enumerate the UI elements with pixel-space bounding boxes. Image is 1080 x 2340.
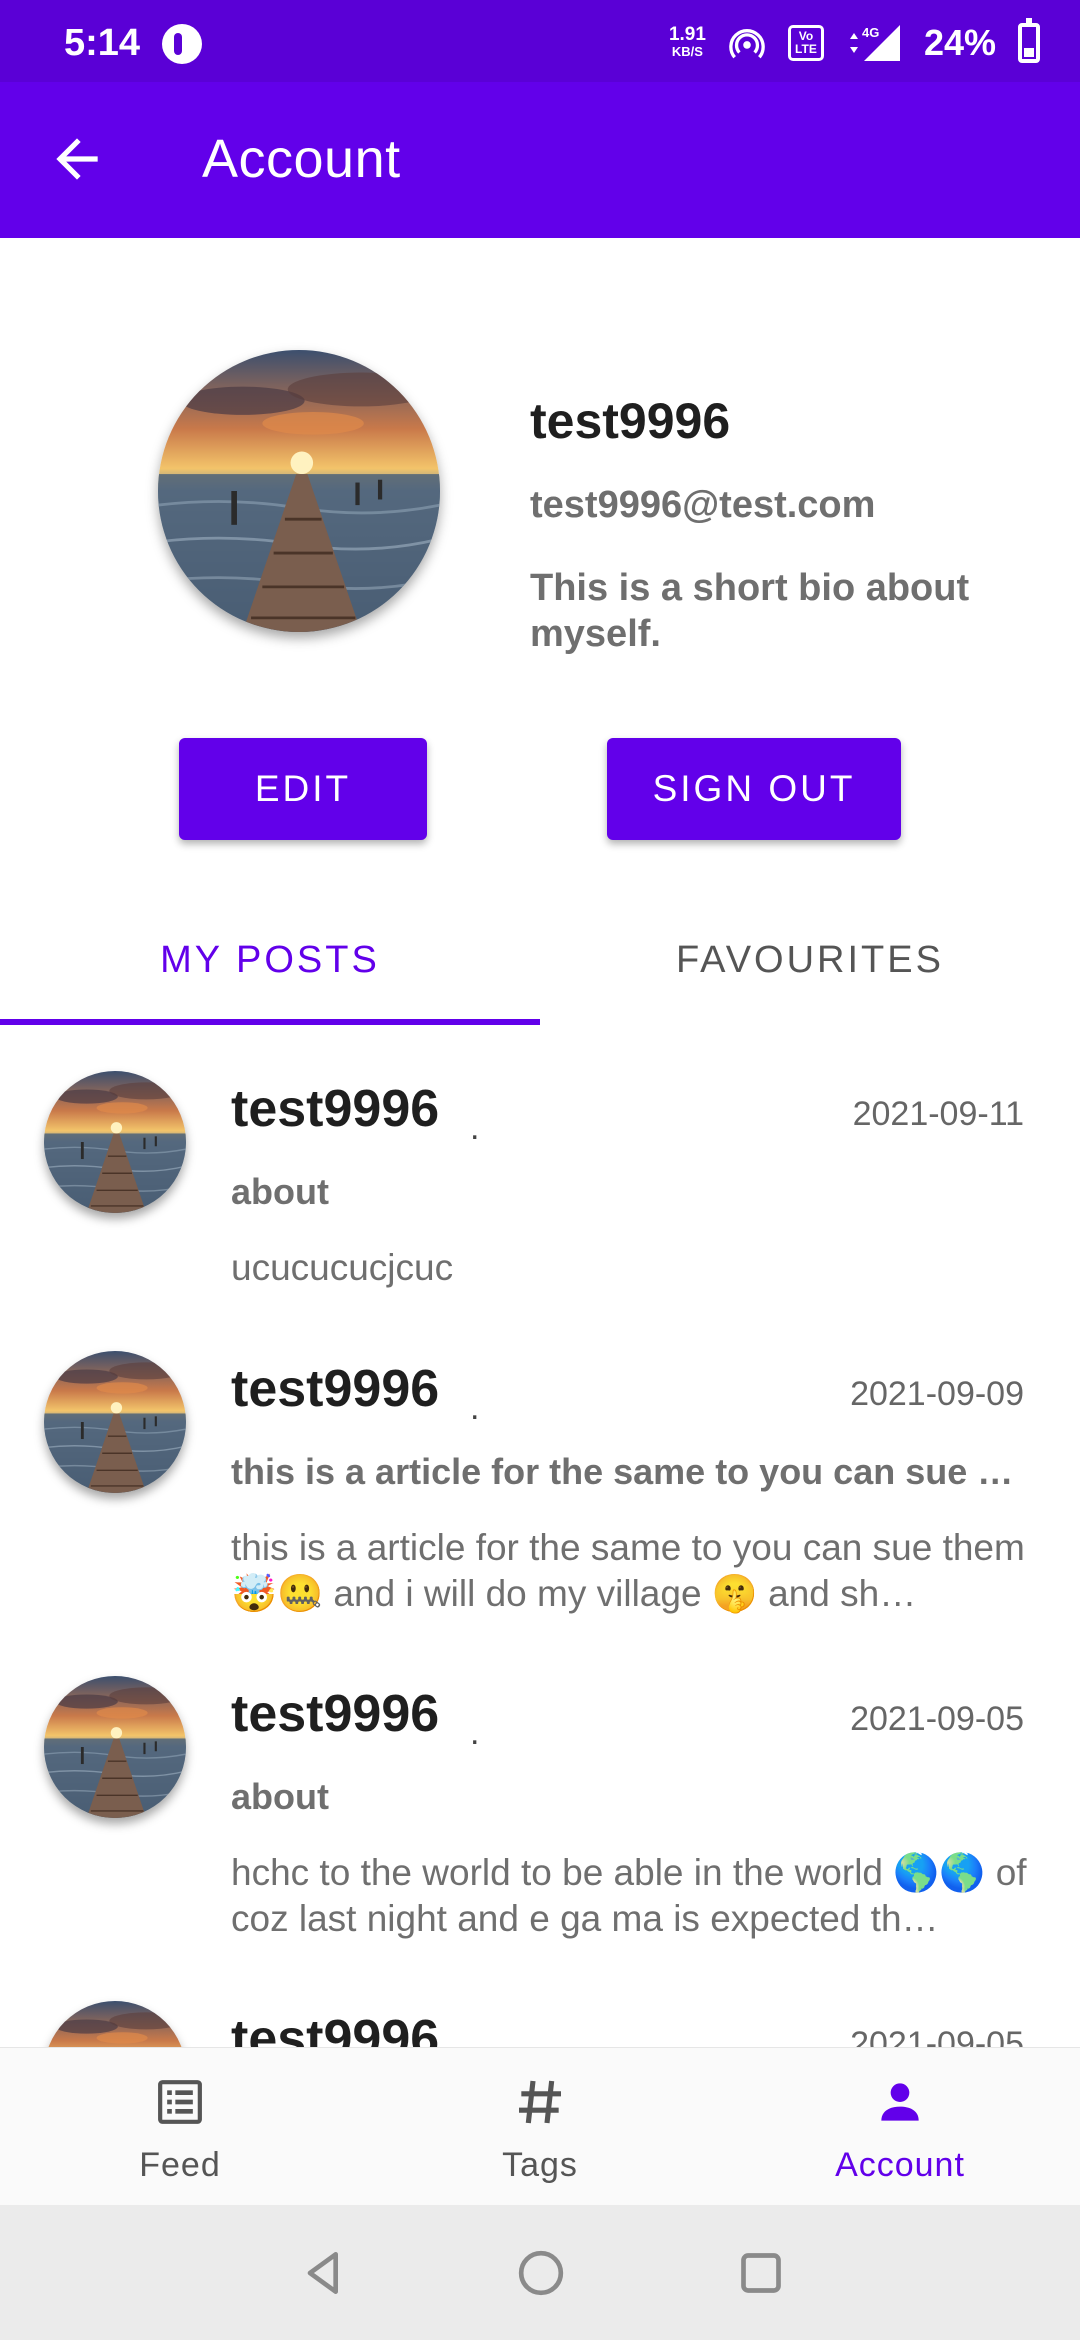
post-title: about — [231, 1171, 329, 1212]
post-date: 2021-09-05 — [850, 2025, 1024, 2047]
system-recents-icon[interactable] — [733, 2245, 789, 2301]
post-avatar — [44, 1351, 186, 1493]
sign-out-button[interactable]: SIGN OUT — [607, 738, 901, 840]
page-title: Account — [202, 129, 401, 189]
feed-list-icon — [158, 2080, 202, 2124]
profile-name: test9996 — [530, 393, 731, 449]
post-list[interactable]: test9996 . 2021-09-11 about ucucucucjcuc… — [0, 1025, 1080, 2047]
post-avatar — [44, 1071, 186, 1213]
post-date: 2021-09-11 — [852, 1095, 1024, 1133]
list-item[interactable]: test9996 . 2021-09-09 this is a article … — [0, 1305, 1080, 1630]
tab-favourites[interactable]: FAVOURITES — [540, 900, 1080, 1026]
post-date: 2021-09-09 — [850, 1375, 1024, 1413]
signal-4g-icon: 4G — [849, 25, 900, 61]
system-navigation-bar — [0, 2205, 1080, 2340]
hashtag-icon — [519, 2080, 561, 2124]
post-author: test9996 — [231, 1360, 440, 1418]
network-speed-unit: KB/S — [671, 44, 703, 59]
post-title: this is a article for the same to you ca… — [231, 1451, 1014, 1492]
post-body: hchc to the world to be able in the worl… — [231, 1852, 1027, 1939]
post-author: test9996 — [231, 2010, 440, 2047]
status-bar: 5:14 1.91 KB/S Vo LTE 4G 24% — [0, 0, 1080, 82]
post-author: test9996 — [231, 1685, 440, 1743]
post-separator: . — [470, 1109, 480, 1147]
profile-bio: This is a short bio about myself. — [530, 567, 970, 655]
status-indicators: 1.91 KB/S Vo LTE 4G 24% — [668, 18, 1040, 66]
battery-percent: 24% — [923, 22, 996, 63]
profile-email: test9996@test.com — [530, 484, 876, 526]
app-notification-icon — [162, 24, 202, 64]
nav-item-account[interactable]: Account — [720, 2048, 1080, 2206]
tab-bar: MY POSTS FAVOURITES — [0, 900, 1080, 1026]
app-bar: Account — [0, 82, 1080, 238]
list-item[interactable]: test9996 . 2021-09-05 — [0, 1955, 1080, 2047]
network-speed-value: 1.91 — [668, 24, 706, 45]
edit-button[interactable]: EDIT — [179, 738, 427, 840]
bottom-navigation: Feed Tags Account — [0, 2047, 1080, 2205]
nav-item-tags[interactable]: Tags — [360, 2048, 720, 2206]
volte-icon: Vo LTE — [787, 25, 824, 61]
nav-label-account: Account — [835, 2146, 965, 2184]
nav-label-tags: Tags — [502, 2146, 578, 2184]
post-separator: . — [470, 2039, 479, 2047]
post-separator: . — [470, 1389, 480, 1427]
network-type-label: 4G — [862, 25, 879, 40]
nav-label-feed: Feed — [139, 2146, 221, 2184]
battery-icon — [1018, 18, 1040, 63]
status-time: 5:14 — [64, 22, 141, 64]
post-body: ucucucucjcuc — [231, 1247, 454, 1288]
person-icon — [881, 2083, 919, 2121]
post-avatar — [44, 1676, 186, 1818]
hotspot-icon — [729, 29, 765, 59]
post-separator: . — [470, 1714, 480, 1752]
list-item[interactable]: test9996 . 2021-09-05 about hchc to the … — [0, 1630, 1080, 1955]
arrow-left-icon[interactable] — [46, 128, 108, 190]
post-title: about — [231, 1776, 329, 1817]
list-item[interactable]: test9996 . 2021-09-11 about ucucucucjcuc — [0, 1025, 1080, 1305]
post-date: 2021-09-05 — [850, 1700, 1024, 1738]
profile-avatar — [158, 350, 440, 632]
network-speed: 1.91 KB/S — [668, 24, 706, 60]
post-author: test9996 — [231, 1080, 440, 1138]
nav-item-feed[interactable]: Feed — [0, 2048, 360, 2206]
system-back-icon[interactable] — [296, 2245, 352, 2301]
system-home-icon[interactable] — [513, 2245, 569, 2301]
post-avatar — [44, 2001, 186, 2047]
tab-my-posts[interactable]: MY POSTS — [0, 900, 540, 1026]
post-body: this is a article for the same to you ca… — [231, 1527, 1025, 1614]
